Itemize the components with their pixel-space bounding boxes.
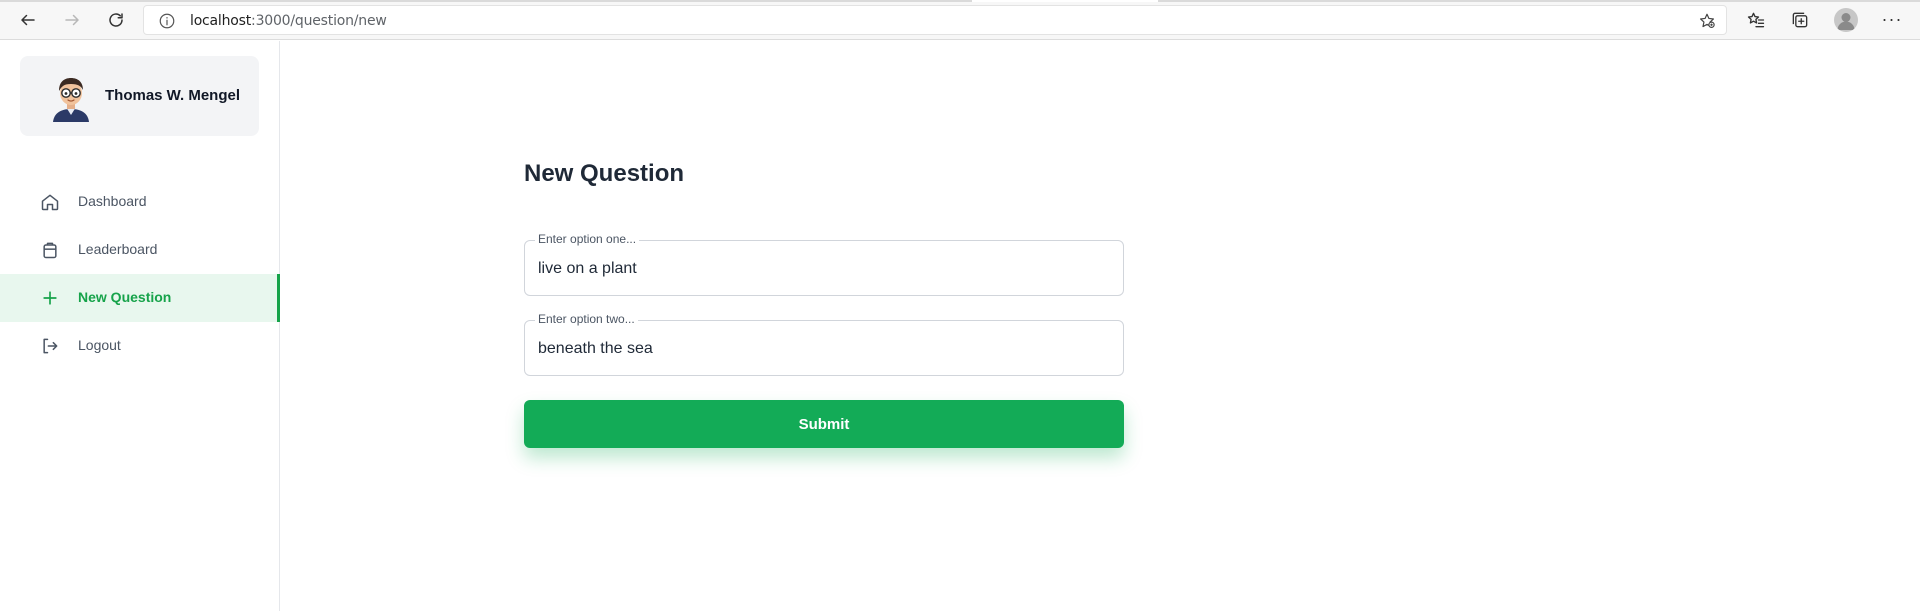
option-two-label: Enter option two...: [535, 312, 638, 326]
page-title: New Question: [524, 160, 685, 187]
option-one-input[interactable]: [538, 258, 1108, 280]
user-card: Thomas W. Mengel: [20, 56, 259, 136]
sidebar-item-logout[interactable]: Logout: [0, 322, 280, 370]
favorites-button[interactable]: [1744, 8, 1768, 32]
submit-button[interactable]: Submit: [524, 400, 1124, 448]
sidebar-item-label: Logout: [78, 337, 121, 353]
avatar: [53, 78, 89, 122]
add-favorite-icon[interactable]: [1698, 12, 1716, 30]
info-icon[interactable]: [158, 12, 176, 30]
sidebar-item-label: New Question: [78, 289, 172, 305]
sidebar-item-new-question[interactable]: New Question: [0, 274, 280, 322]
clipboard-icon: [43, 242, 57, 259]
favorites-list-icon: [1747, 12, 1765, 28]
forward-button[interactable]: [60, 8, 84, 32]
sidebar-item-label: Dashboard: [78, 193, 147, 209]
option-one-label: Enter option one...: [535, 232, 640, 246]
url-text[interactable]: localhost:3000/question/new: [190, 13, 387, 29]
reload-button[interactable]: [104, 8, 128, 32]
sidebar-item-dashboard[interactable]: Dashboard: [0, 178, 280, 226]
collections-icon: [1792, 12, 1808, 28]
arrow-left-icon: [21, 14, 35, 26]
address-bar[interactable]: localhost:3000/question/new: [143, 5, 1727, 35]
user-name: Thomas W. Mengel: [105, 87, 241, 104]
sidebar-item-label: Leaderboard: [78, 241, 158, 257]
reload-icon: [109, 13, 123, 27]
more-options-icon[interactable]: ···: [1880, 8, 1904, 32]
back-button[interactable]: [16, 8, 40, 32]
option-one-field[interactable]: Enter option one...: [524, 232, 1124, 296]
home-icon: [41, 194, 59, 211]
logout-icon: [43, 338, 58, 354]
plus-icon: [43, 291, 57, 305]
sidebar-menu: Dashboard Leaderboard New Question Logou…: [0, 178, 280, 370]
arrow-right-icon: [65, 14, 79, 26]
option-two-input[interactable]: [538, 338, 1108, 360]
tab-strip-line: [0, 0, 1920, 2]
profile-button[interactable]: [1834, 8, 1858, 32]
option-two-field[interactable]: Enter option two...: [524, 312, 1124, 376]
collections-button[interactable]: [1788, 8, 1812, 32]
sidebar: Thomas W. Mengel Dashboard Leaderboard N…: [0, 41, 280, 611]
browser-toolbar: localhost:3000/question/new ···: [0, 0, 1920, 40]
sidebar-item-leaderboard[interactable]: Leaderboard: [0, 226, 280, 274]
profile-icon: [1837, 13, 1855, 30]
